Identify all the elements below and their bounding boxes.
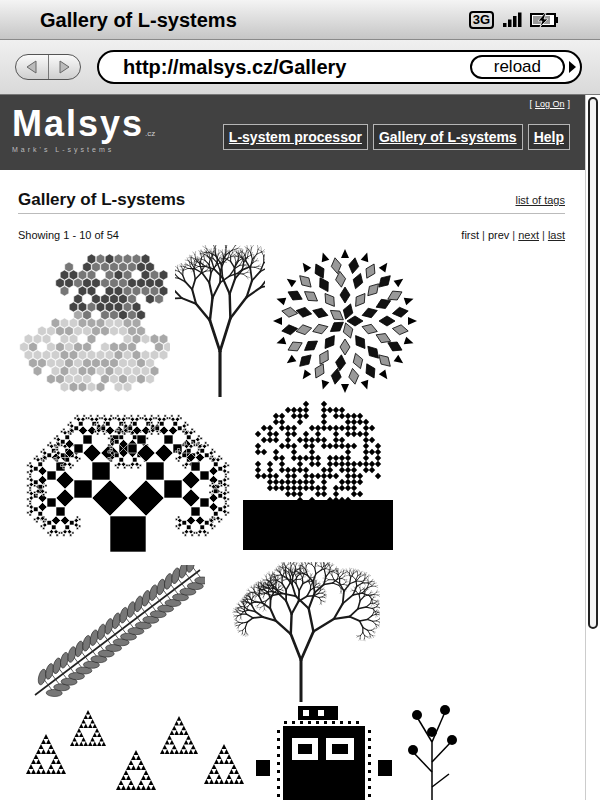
gallery-thumbnail[interactable] xyxy=(18,245,170,397)
site-nav: L-system processorGallery of L-systemsHe… xyxy=(223,124,570,150)
lsystem-image-icon xyxy=(243,400,393,550)
back-arrow-icon xyxy=(25,60,39,74)
pager-link: first xyxy=(461,229,479,242)
gallery-thumbnail[interactable] xyxy=(405,702,460,800)
pager-separator: | xyxy=(482,229,485,242)
pager-link: prev xyxy=(488,229,509,242)
signal-icon xyxy=(502,12,522,28)
content: Gallery of L-systems list of tags Showin… xyxy=(0,170,585,800)
page-title: Gallery of L-systems xyxy=(18,190,185,210)
pager-separator: | xyxy=(542,229,545,242)
go-arrow-icon[interactable] xyxy=(568,60,577,74)
site-logo[interactable]: Malsys .cz xyxy=(12,107,155,141)
site-header: Malsys .cz Mark's L-systems [ Log On ] L… xyxy=(0,95,585,170)
lsystem-image-icon xyxy=(18,702,248,800)
lsystem-image-icon xyxy=(175,245,265,397)
login-link[interactable]: Log On xyxy=(535,99,565,110)
back-button[interactable] xyxy=(16,55,49,79)
browser-window: Gallery of L-systems 3G http://malsys.cz… xyxy=(0,0,600,800)
pager-link[interactable]: next xyxy=(518,229,539,242)
page: Malsys .cz Mark's L-systems [ Log On ] L… xyxy=(0,95,585,800)
gallery-thumbnail[interactable] xyxy=(243,400,393,550)
lsystem-image-icon xyxy=(405,702,460,800)
url-field[interactable]: http://malsys.cz/Gallery reload xyxy=(97,50,582,84)
scrollbar-thumb[interactable] xyxy=(588,97,598,629)
scrollbar[interactable] xyxy=(585,95,600,800)
gallery-thumbnail[interactable] xyxy=(272,245,418,397)
pager: first|prev|next|last xyxy=(461,229,565,242)
lsystem-image-icon xyxy=(222,562,380,702)
nav-button[interactable]: Gallery of L-systems xyxy=(373,124,523,150)
lsystem-image-icon xyxy=(272,245,418,397)
nav-button[interactable]: Help xyxy=(528,124,570,150)
gallery-thumbnail[interactable] xyxy=(248,702,400,800)
tags-link[interactable]: list of tags xyxy=(515,193,565,207)
gallery xyxy=(18,245,570,800)
login-area: [ Log On ] xyxy=(529,99,570,110)
gallery-thumbnail[interactable] xyxy=(30,565,205,702)
site-tagline: Mark's L-systems xyxy=(12,146,155,154)
pager-link[interactable]: last xyxy=(548,229,565,242)
lsystem-image-icon xyxy=(30,565,205,702)
gallery-thumbnail[interactable] xyxy=(18,400,238,552)
lsystem-image-icon xyxy=(248,702,400,800)
gallery-thumbnail[interactable] xyxy=(18,702,248,800)
window-title: Gallery of L-systems xyxy=(40,8,237,32)
gallery-thumbnail[interactable] xyxy=(175,245,265,397)
result-count: Showing 1 - 10 of 54 xyxy=(18,229,119,242)
battery-icon xyxy=(530,12,560,28)
network-indicator: 3G xyxy=(469,11,494,29)
url-text: http://malsys.cz/Gallery xyxy=(123,52,346,82)
status-bar: Gallery of L-systems 3G xyxy=(0,0,600,40)
lsystem-image-icon xyxy=(18,400,238,552)
address-bar: http://malsys.cz/Gallery reload xyxy=(0,40,600,95)
forward-arrow-icon xyxy=(57,60,71,74)
nav-button[interactable]: L-system processor xyxy=(223,124,368,150)
reload-button[interactable]: reload xyxy=(470,55,565,79)
forward-button[interactable] xyxy=(49,55,81,79)
gallery-thumbnail[interactable] xyxy=(222,562,380,702)
pager-separator: | xyxy=(512,229,515,242)
lsystem-image-icon xyxy=(18,245,170,397)
